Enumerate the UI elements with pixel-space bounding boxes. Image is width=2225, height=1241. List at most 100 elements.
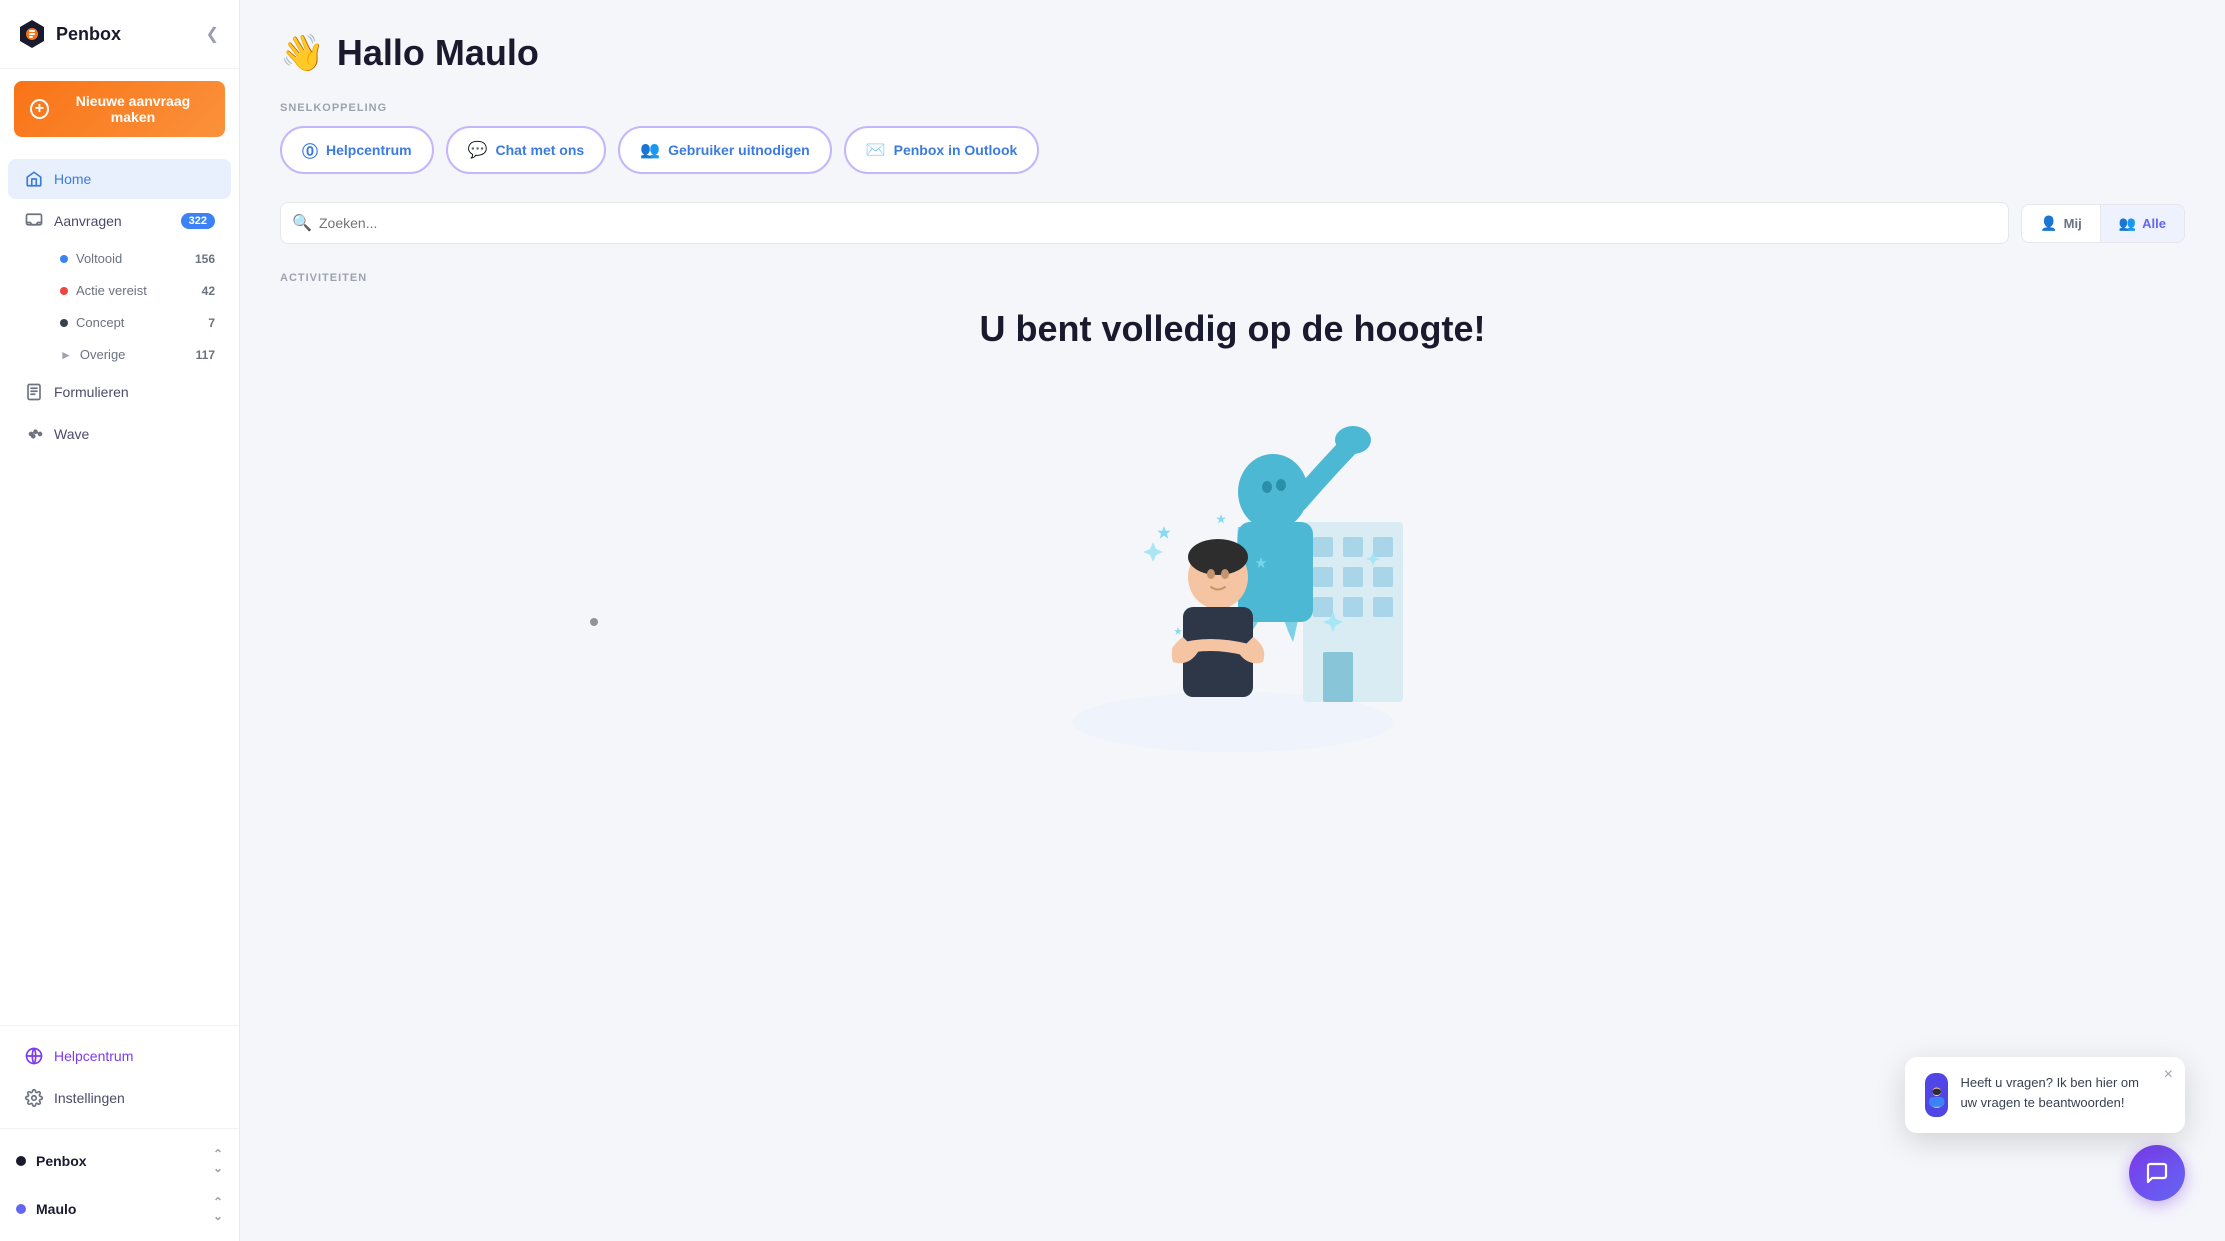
sub-nav: Voltooid 156 Actie vereist 42 Concept 7 … [0,243,239,370]
filter-alle-button[interactable]: 👥 Alle [2101,205,2184,242]
actie-vereist-label: Actie vereist [76,283,147,298]
sidebar-item-home-label: Home [54,171,91,187]
user-penbox-label: Penbox [36,1153,87,1169]
actie-vereist-dot [60,287,68,295]
all-good-illustration [1023,382,1443,762]
filter-alle-label: Alle [2142,216,2166,231]
chat-widget: Heeft u vragen? Ik ben hier om uw vragen… [1905,1057,2185,1201]
quick-link-helpcentrum[interactable]: ⓪ Helpcentrum [280,126,434,174]
quick-link-gebruiker[interactable]: 👥 Gebruiker uitnodigen [618,126,832,174]
sidebar-header: Penbox ❮ [0,0,239,69]
illustration-area [280,382,2185,762]
chat-popup-close-button[interactable]: × [2164,1067,2173,1083]
wave-icon [24,424,44,444]
sidebar-item-actie-vereist[interactable]: Actie vereist 42 [16,275,231,306]
home-icon [24,169,44,189]
instellingen-label: Instellingen [54,1090,125,1106]
alle-icon: 👥 [2119,215,2136,232]
sidebar-item-home[interactable]: Home [8,159,231,199]
user-penbox-dot [16,1156,26,1166]
sidebar: Penbox ❮ + Nieuwe aanvraag maken Home [0,0,240,1241]
activities-title: ACTIVITEITEN [280,272,2185,284]
file-icon [24,382,44,402]
sidebar-item-overige[interactable]: ► Overige 117 [16,339,231,370]
voltooid-label: Voltooid [76,251,122,266]
overige-label: Overige [80,347,126,362]
search-input-wrap: 🔍 [280,202,2009,244]
search-icon: 🔍 [292,213,312,233]
sidebar-item-concept[interactable]: Concept 7 [16,307,231,338]
chat-popup-text: Heeft u vragen? Ik ben hier om uw vragen… [1960,1073,2165,1112]
activities-section: ACTIVITEITEN U bent volledig op de hoogt… [280,272,2185,762]
aanvragen-badge: 322 [181,213,215,229]
penbox-logo-icon [16,18,48,50]
filter-buttons: 👤 Mij 👥 Alle [2021,204,2185,243]
quick-link-outlook-label: Penbox in Outlook [894,142,1018,158]
globe-icon [24,1046,44,1066]
collapse-sidebar-button[interactable]: ❮ [202,20,223,48]
gebruiker-ql-icon: 👥 [640,140,660,160]
voltooid-badge: 156 [195,252,215,266]
sidebar-item-instellingen[interactable]: Instellingen [8,1078,231,1118]
snelkoppeling-label: SNELKOPPELING [280,102,2185,114]
user-item-maulo[interactable]: Maulo ⌃⌄ [0,1185,239,1233]
new-request-label: Nieuwe aanvraag maken [57,93,209,125]
helpcentrum-label: Helpcentrum [54,1048,133,1064]
chat-ql-icon: 💬 [468,140,488,160]
all-good-title: U bent volledig op de hoogte! [280,308,2185,350]
concept-dot [60,319,68,327]
new-request-button[interactable]: + Nieuwe aanvraag maken [14,81,225,137]
user-item-penbox[interactable]: Penbox ⌃⌄ [0,1137,239,1185]
quick-links: ⓪ Helpcentrum 💬 Chat met ons 👥 Gebruiker… [280,126,2185,174]
agent-avatar-svg [1925,1073,1948,1117]
chat-fab-button[interactable] [2129,1145,2185,1201]
filter-mij-button[interactable]: 👤 Mij [2022,205,2100,242]
sidebar-item-formulieren-label: Formulieren [54,384,129,400]
gear-icon [24,1088,44,1108]
sidebar-item-wave[interactable]: Wave [8,414,231,454]
user-penbox-left: Penbox [16,1153,87,1169]
concept-badge: 7 [208,316,215,330]
plus-icon: + [30,99,49,119]
nav-section: Home Aanvragen 322 Voltooid 156 Actie ve [0,149,239,1025]
chat-agent-avatar [1925,1073,1948,1117]
search-bar-row: 🔍 👤 Mij 👥 Alle [280,202,2185,244]
user-maulo-left: Maulo [16,1201,76,1217]
sidebar-item-wave-label: Wave [54,426,89,442]
sidebar-footer: Helpcentrum Instellingen [0,1025,239,1128]
user-maulo-dot [16,1204,26,1214]
chevron-updown-icon-2: ⌃⌄ [213,1195,223,1223]
chat-fab-icon [2145,1161,2169,1185]
mij-icon: 👤 [2040,215,2057,232]
filter-mij-label: Mij [2064,216,2082,231]
quick-link-chat[interactable]: 💬 Chat met ons [446,126,607,174]
concept-label: Concept [76,315,124,330]
user-maulo-label: Maulo [36,1201,76,1217]
quick-link-gebruiker-label: Gebruiker uitnodigen [668,142,810,158]
quick-link-outlook[interactable]: ✉️ Penbox in Outlook [844,126,1040,174]
logo-area: Penbox [16,18,121,50]
overige-badge: 117 [196,348,215,362]
helpcentrum-ql-icon: ⓪ [302,138,318,162]
brand-name: Penbox [56,24,121,45]
chat-popup: Heeft u vragen? Ik ben hier om uw vragen… [1905,1057,2185,1133]
chevron-updown-icon: ⌃⌄ [213,1147,223,1175]
search-input[interactable] [280,202,2009,244]
sidebar-item-aanvragen[interactable]: Aanvragen 322 [8,201,231,241]
sidebar-item-voltooid[interactable]: Voltooid 156 [16,243,231,274]
sidebar-item-helpcentrum[interactable]: Helpcentrum [8,1036,231,1076]
voltooid-dot [60,255,68,263]
wave-emoji: 👋 [280,32,325,74]
page-title: Hallo Maulo [337,32,539,74]
outlook-ql-icon: ✉️ [866,140,886,160]
user-section: Penbox ⌃⌄ Maulo ⌃⌄ [0,1128,239,1241]
overige-expand-icon: ► [60,348,72,362]
main-content: 👋 Hallo Maulo SNELKOPPELING ⓪ Helpcentru… [240,0,2225,1241]
quick-link-helpcentrum-label: Helpcentrum [326,142,412,158]
quick-link-chat-label: Chat met ons [496,142,585,158]
sidebar-item-formulieren[interactable]: Formulieren [8,372,231,412]
page-header: 👋 Hallo Maulo [280,32,2185,74]
sidebar-item-aanvragen-label: Aanvragen [54,213,122,229]
inbox-icon [24,211,44,231]
actie-vereist-badge: 42 [202,284,215,298]
